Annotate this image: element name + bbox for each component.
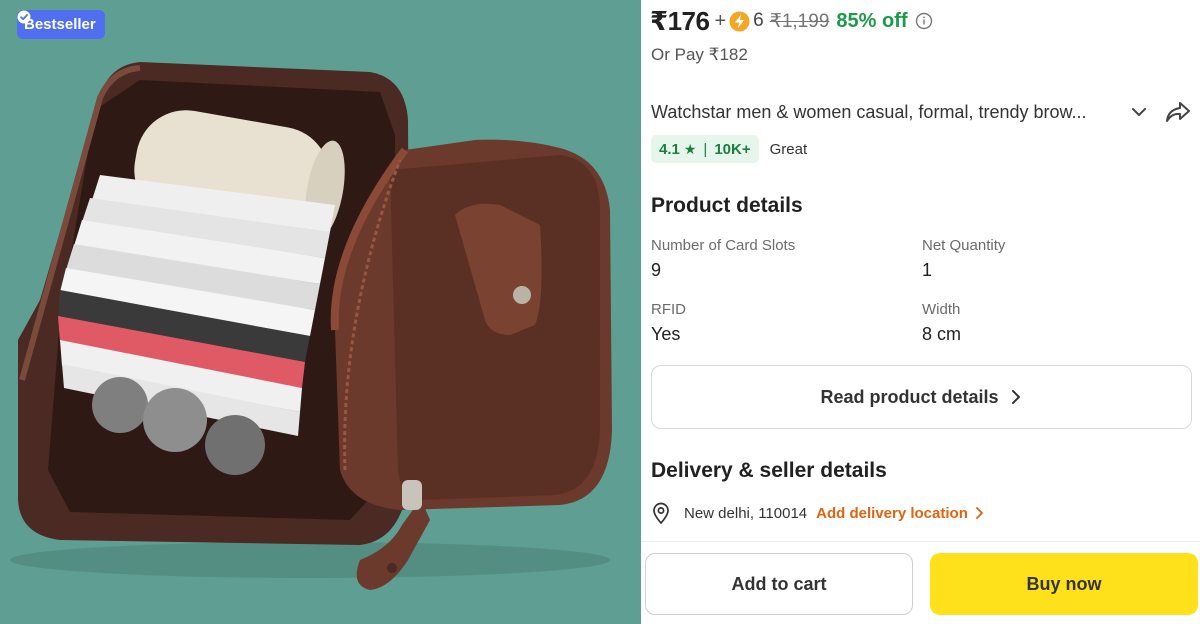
- spec-label: Width: [922, 301, 961, 318]
- product-title-row: Watchstar men & women casual, formal, tr…: [651, 99, 1196, 125]
- rating-value: 4.1: [659, 140, 680, 158]
- original-price: ₹1,199: [769, 10, 830, 32]
- product-image[interactable]: Bestseller: [0, 0, 641, 624]
- location-pin-icon: [653, 502, 669, 524]
- expand-chevron-down-icon[interactable]: [1128, 101, 1150, 123]
- spec-value: 1: [922, 260, 933, 280]
- coin-count: 6: [753, 10, 764, 31]
- rating-separator: |: [703, 140, 708, 158]
- add-to-cart-button[interactable]: Add to cart: [645, 553, 913, 615]
- delivery-heading: Delivery & seller details: [651, 459, 887, 482]
- chevron-right-icon[interactable]: [974, 506, 984, 520]
- spec-rfid: RFID Yes: [651, 301, 686, 345]
- spec-card-slots: Number of Card Slots 9: [651, 237, 795, 281]
- read-product-details-label: Read product details: [820, 386, 999, 407]
- rating-word: Great: [769, 140, 808, 158]
- spec-label: Net Quantity: [922, 237, 1006, 254]
- coin-bolt-icon: [729, 11, 750, 31]
- bestseller-label: Bestseller: [24, 16, 96, 33]
- spec-net-quantity: Net Quantity 1: [922, 237, 1005, 281]
- discount-percent: 85% off: [836, 9, 908, 32]
- verified-check-icon: [17, 10, 31, 24]
- buy-now-button[interactable]: Buy now: [930, 553, 1198, 615]
- or-pay-price: Or Pay ₹182: [651, 45, 748, 64]
- product-details-panel: ₹176 + 6 ₹1,199 85% off Or Pay ₹182 Watc…: [641, 0, 1200, 624]
- spec-label: RFID: [651, 301, 686, 318]
- rating-chip[interactable]: 4.1 ★ | 10K+: [651, 135, 759, 163]
- spec-label: Number of Card Slots: [651, 237, 796, 254]
- spec-value: 9: [651, 260, 662, 280]
- star-icon: ★: [683, 140, 697, 157]
- price-plus: +: [714, 9, 727, 32]
- bottom-bar-divider: [641, 541, 1200, 542]
- spec-width: Width 8 cm: [922, 301, 961, 345]
- spec-value: Yes: [651, 324, 681, 344]
- current-price: ₹176: [650, 5, 710, 36]
- wallet-photo-illustration: [10, 62, 612, 590]
- bestseller-badge: Bestseller: [17, 10, 105, 39]
- spec-value: 8 cm: [922, 324, 962, 344]
- add-delivery-location-link[interactable]: Add delivery location: [816, 505, 968, 522]
- product-details-heading: Product details: [651, 194, 803, 217]
- price-row: ₹176 + 6 ₹1,199 85% off: [650, 5, 933, 37]
- read-product-details-button[interactable]: Read product details: [651, 365, 1192, 429]
- info-icon[interactable]: [915, 12, 933, 30]
- rating-row: 4.1 ★ | 10K+ Great: [651, 135, 807, 163]
- chevron-right-icon: [1011, 390, 1020, 404]
- delivery-location-text: New delhi, 110014: [684, 504, 808, 522]
- delivery-location-row: New delhi, 110014 Add delivery location: [651, 500, 984, 526]
- share-icon[interactable]: [1164, 99, 1192, 125]
- product-title[interactable]: Watchstar men & women casual, formal, tr…: [651, 102, 1119, 123]
- rating-count: 10K+: [714, 140, 751, 158]
